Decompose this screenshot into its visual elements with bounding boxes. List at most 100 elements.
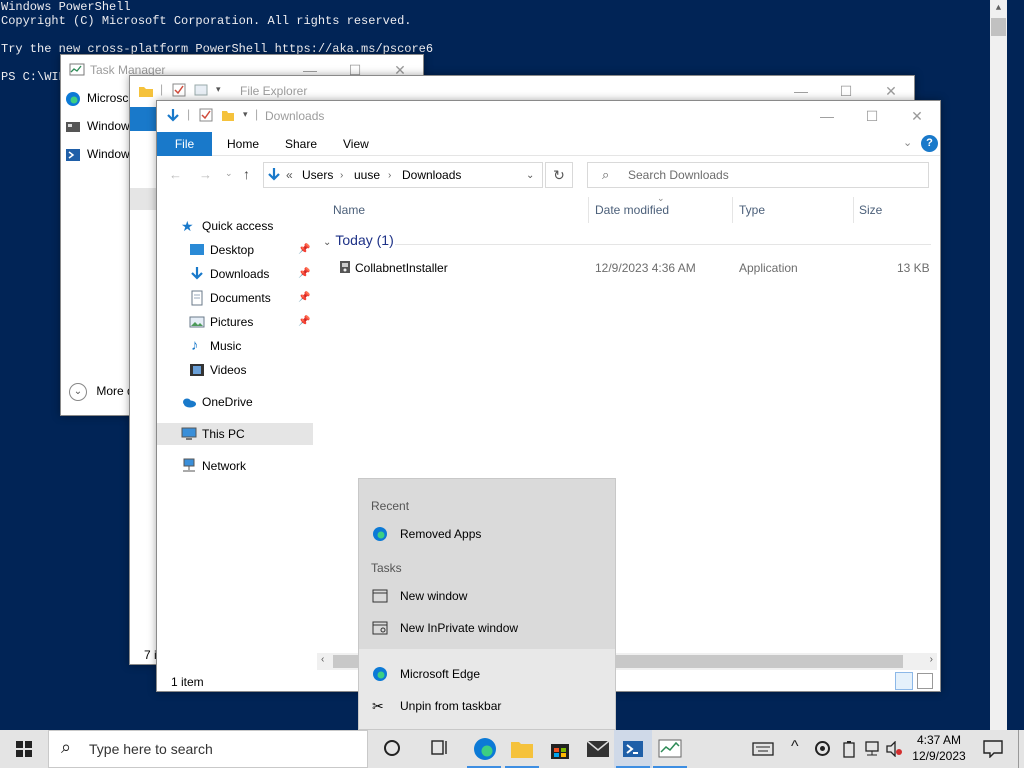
breadcrumb-uuse[interactable]: uuse — [354, 168, 380, 182]
download-arrow-icon — [268, 168, 280, 181]
clock-date: 12/9/2023 — [912, 749, 966, 763]
scroll-left-icon[interactable]: ‹ — [321, 654, 324, 665]
search-placeholder: Type here to search — [89, 741, 213, 757]
pin-icon[interactable]: 📌 — [298, 311, 310, 333]
tab-share[interactable]: Share — [275, 132, 327, 156]
jump-item-unpin[interactable]: ✂ Unpin from taskbar — [359, 690, 615, 722]
column-size[interactable]: Size — [859, 203, 882, 217]
address-bar[interactable]: « Users › uuse › Downloads ⌄ — [263, 162, 543, 188]
nav-pictures[interactable]: Pictures 📌 — [157, 311, 313, 333]
jump-item-new-inprivate[interactable]: New InPrivate window — [359, 612, 615, 644]
refresh-button[interactable]: ↻ — [545, 162, 573, 188]
notifications-button[interactable] — [976, 730, 1010, 768]
close-button[interactable]: ✕ — [894, 101, 940, 131]
jump-item-new-window[interactable]: New window — [359, 580, 615, 612]
jump-item-microsoft-edge[interactable]: Microsoft Edge — [359, 658, 615, 690]
taskbar-powershell[interactable] — [614, 730, 652, 768]
large-icons-view-icon[interactable] — [917, 673, 933, 689]
collapse-chevron-icon[interactable]: ⌄ — [323, 237, 331, 248]
maximize-button[interactable]: ☐ — [849, 101, 895, 131]
downloads-titlebar[interactable]: | ▾ | Downloads — ☐ ✕ — [157, 101, 940, 131]
pin-icon[interactable]: 📌 — [298, 287, 310, 309]
up-arrow-icon[interactable]: ↑ — [243, 166, 250, 182]
onedrive-icon — [183, 398, 196, 408]
tasks-header: Tasks — [371, 561, 402, 575]
back-arrow-icon[interactable]: ← — [169, 167, 182, 182]
scroll-up-icon[interactable]: ▲ — [990, 0, 1007, 17]
windows-logo-icon — [16, 741, 32, 757]
help-icon[interactable]: ? — [921, 135, 938, 152]
record-dot-icon — [820, 746, 825, 751]
group-header[interactable]: ⌄ Today (1) — [323, 232, 394, 248]
address-dropdown-icon[interactable]: ⌄ — [526, 170, 534, 181]
nav-network[interactable]: Network — [157, 455, 313, 477]
nav-documents[interactable]: Documents 📌 — [157, 287, 313, 309]
qat-dropdown-icon[interactable]: ▾ — [243, 109, 248, 120]
column-type[interactable]: Type — [739, 203, 765, 217]
nav-this-pc[interactable]: This PC — [157, 423, 313, 445]
search-box[interactable]: ⌕ Search Downloads — [587, 162, 929, 188]
details-view-icon[interactable] — [895, 672, 913, 690]
taskbar-task-manager[interactable] — [651, 730, 689, 768]
recent-locations-icon[interactable]: ⌄ — [225, 168, 233, 179]
nav-onedrive[interactable]: OneDrive — [157, 391, 313, 413]
forward-arrow-icon[interactable]: → — [199, 167, 212, 182]
app-icon — [66, 121, 80, 132]
tray-keyboard[interactable] — [744, 730, 782, 768]
address-row: ← → ⌄ ↑ « Users › uuse › Downloads ⌄ ↻ ⌕… — [157, 159, 940, 191]
chevron-right-icon[interactable]: › — [388, 170, 391, 181]
show-desktop-button[interactable] — [1018, 730, 1024, 768]
tray-volume[interactable] — [882, 730, 904, 768]
file-row[interactable]: CollabnetInstaller 12/9/2023 4:36 AM App… — [331, 257, 931, 279]
tab-home[interactable]: Home — [217, 132, 269, 156]
file-tab-partial[interactable] — [130, 107, 156, 131]
chevron-right-icon[interactable]: › — [340, 170, 343, 181]
column-separator[interactable] — [853, 197, 854, 223]
network-icon — [865, 741, 879, 756]
chevron-up-icon: ^ — [791, 738, 799, 755]
column-name[interactable]: Name — [333, 203, 365, 217]
scroll-thumb[interactable] — [991, 18, 1006, 36]
more-details-link[interactable]: ⌄ More d — [69, 383, 134, 401]
tray-battery[interactable] — [838, 730, 860, 768]
tab-file[interactable]: File — [157, 132, 212, 156]
group-divider — [395, 244, 931, 245]
column-separator[interactable] — [732, 197, 733, 223]
breadcrumb-overflow-icon[interactable]: « — [286, 168, 293, 182]
pin-icon[interactable]: 📌 — [298, 263, 310, 285]
tray-show-hidden[interactable]: ^ — [786, 730, 810, 768]
breadcrumb-downloads[interactable]: Downloads — [402, 168, 461, 182]
tray-record[interactable] — [812, 730, 834, 768]
jump-item-removed-apps[interactable]: Removed Apps — [359, 518, 615, 550]
taskbar-search-box[interactable]: ⌕ Type here to search — [48, 730, 368, 768]
pin-icon[interactable]: 📌 — [298, 239, 310, 261]
taskbar-mail[interactable] — [579, 730, 617, 768]
nav-music[interactable]: ♪ Music — [157, 335, 313, 357]
search-icon: ⌕ — [61, 737, 72, 757]
tab-view[interactable]: View — [333, 132, 379, 156]
taskbar-store[interactable] — [541, 730, 579, 768]
nav-desktop[interactable]: Desktop 📌 — [157, 239, 313, 261]
qat-dropdown-icon[interactable]: ▾ — [216, 84, 221, 95]
nav-downloads[interactable]: Downloads 📌 — [157, 263, 313, 285]
tray-network[interactable] — [860, 730, 882, 768]
taskbar-edge[interactable] — [465, 730, 503, 768]
mail-icon — [586, 740, 610, 757]
expand-ribbon-icon[interactable]: ⌄ — [903, 136, 912, 149]
ps-scrollbar[interactable]: ▲ — [990, 0, 1007, 730]
scroll-right-icon[interactable]: › — [930, 654, 933, 665]
task-view-button[interactable] — [421, 730, 459, 768]
column-date-modified[interactable]: Date modified — [595, 203, 669, 217]
taskbar-clock[interactable]: 4:37 AM 12/9/2023 — [906, 732, 972, 764]
minimize-button[interactable]: — — [804, 101, 850, 131]
cortana-button[interactable] — [373, 730, 411, 768]
nav-videos[interactable]: Videos — [157, 359, 313, 381]
music-icon: ♪ — [191, 337, 199, 354]
breadcrumb-users[interactable]: Users — [302, 168, 333, 182]
nav-quick-access[interactable]: ★ Quick access — [157, 215, 313, 237]
column-separator[interactable] — [588, 197, 589, 223]
taskbar-file-explorer[interactable] — [503, 730, 541, 768]
start-button[interactable] — [0, 730, 48, 768]
powershell-icon — [623, 741, 643, 757]
ps-line: Copyright (C) Microsoft Corporation. All… — [1, 14, 412, 28]
